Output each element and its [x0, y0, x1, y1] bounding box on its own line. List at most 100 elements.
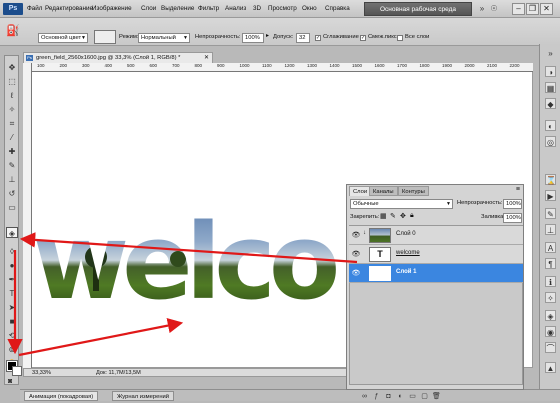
layer-name[interactable]: Слой 1 [396, 269, 416, 275]
canvas[interactable]: welco [33, 73, 349, 367]
menu-window[interactable]: Окно [302, 5, 317, 12]
crop-tool-icon[interactable]: ⌗ [6, 118, 18, 129]
menu-help[interactable]: Справка [325, 5, 350, 12]
eye-icon[interactable]: 👁︎ [351, 268, 361, 279]
menu-edit[interactable]: Редактирование [45, 5, 93, 12]
swatches-panel-icon[interactable]: ▦ [545, 82, 556, 93]
opacity-arrow-icon[interactable]: ▸ [266, 32, 269, 39]
layer-row-layer0[interactable]: 👁︎ ↓ Слой 0 [349, 226, 523, 245]
new-layer-icon[interactable]: ▢ [420, 392, 429, 401]
dodge-tool-icon[interactable]: ● [6, 260, 18, 271]
3d-orbit-icon[interactable]: ⊚ [6, 344, 18, 355]
quick-mask-icon[interactable]: ◙ [8, 378, 12, 385]
eye-icon[interactable]: 👁︎ [351, 249, 361, 260]
navigator-panel-icon[interactable]: ✧ [545, 292, 556, 303]
menu-file[interactable]: Файл [27, 5, 42, 12]
tab-measurement-log[interactable]: Журнал измерений [112, 391, 174, 401]
lasso-tool-icon[interactable]: ℓ [6, 90, 18, 101]
brushes-panel-icon[interactable]: ✎ [545, 208, 556, 219]
zoom-status[interactable]: 33,33% [32, 370, 51, 377]
brush-tool-icon[interactable]: ✎ [6, 160, 18, 171]
lock-all-icon[interactable]: 🔒︎ [410, 212, 414, 220]
antialias-checkbox[interactable]: ✓ [315, 35, 321, 41]
opacity-input[interactable]: 100% [242, 33, 264, 43]
pattern-picker[interactable] [94, 30, 116, 44]
minimize-button[interactable]: – [512, 3, 525, 15]
menu-3d[interactable]: 3D [253, 5, 261, 12]
layer-name[interactable]: welcome [396, 250, 420, 256]
type-tool-icon[interactable]: T [6, 288, 18, 299]
delete-layer-icon[interactable]: 🗑︎ [432, 392, 441, 401]
eyedropper-tool-icon[interactable]: ⁄ [6, 132, 18, 143]
workspace-button[interactable]: Основная рабочая среда [364, 2, 472, 16]
tab-layers[interactable]: Слои [349, 186, 372, 196]
menu-view[interactable]: Просмотр [268, 5, 297, 12]
history-panel-icon[interactable]: ⌛ [545, 174, 556, 185]
close-button[interactable]: ✕ [540, 3, 553, 15]
tolerance-input[interactable]: 32 [296, 33, 310, 43]
paint-bucket-icon[interactable]: ⛽ [6, 24, 20, 37]
collapse-dock-icon[interactable]: » [545, 48, 556, 59]
link-layers-icon[interactable]: ∞ [360, 392, 369, 401]
shape-tool-icon[interactable]: ■ [6, 316, 18, 327]
eraser-tool-icon[interactable]: ▭ [6, 202, 18, 213]
move-tool-icon[interactable]: ✥ [6, 62, 18, 73]
layer-row-welcome[interactable]: 👁︎ T welcome [349, 245, 523, 264]
background-color-swatch[interactable] [12, 366, 22, 376]
adjustments-panel-icon[interactable]: ◐ [545, 120, 556, 131]
lock-pixels-icon[interactable]: ✎ [390, 212, 396, 220]
layer-style-icon[interactable]: ƒ [372, 392, 381, 401]
cs-live-icon[interactable]: ☉ [489, 4, 499, 13]
eye-icon[interactable]: 👁︎ [351, 230, 361, 241]
fill-source-select[interactable]: Основной цвет ▼ [38, 33, 88, 43]
document-tab[interactable]: Ps green_field_2560x1600.jpg @ 33,3% (Сл… [23, 52, 213, 63]
paint-bucket-tool-icon[interactable]: ◈ [6, 227, 18, 238]
tab-channels[interactable]: Каналы [369, 186, 398, 196]
pen-tool-icon[interactable]: ✒ [6, 274, 18, 285]
actions-panel-icon[interactable]: ▶ [545, 190, 556, 201]
lock-transparency-icon[interactable]: ▦ [380, 212, 387, 220]
tab-animation[interactable]: Анимация (покадровая) [24, 391, 99, 401]
clone-source-panel-icon[interactable]: ⊥ [545, 224, 556, 235]
all-layers-checkbox[interactable] [397, 35, 403, 41]
channels-panel-icon[interactable]: ◉ [545, 326, 556, 337]
3d-panel-icon[interactable]: ▲ [545, 362, 556, 373]
fill-input[interactable]: 100% [503, 213, 522, 223]
marquee-tool-icon[interactable]: ⬚ [6, 76, 18, 87]
lock-position-icon[interactable]: ✥ [400, 212, 406, 220]
layer-row-layer1[interactable]: 👁︎ Слой 1 [349, 264, 523, 283]
masks-panel-icon[interactable]: ◎ [545, 136, 556, 147]
layer-opacity-input[interactable]: 100% [503, 199, 522, 209]
layer-name[interactable]: Слой 0 [396, 231, 416, 237]
paragraph-panel-icon[interactable]: ¶ [545, 258, 556, 269]
character-panel-icon[interactable]: A [545, 242, 556, 253]
restore-button[interactable]: ❐ [526, 3, 539, 15]
paths-panel-icon[interactable]: ⌒ [545, 342, 556, 353]
adjustment-layer-icon[interactable]: ◐ [396, 392, 405, 401]
info-panel-icon[interactable]: ℹ [545, 276, 556, 287]
3d-rotate-icon[interactable]: ⟲ [6, 330, 18, 341]
color-panel-icon[interactable]: ◑ [545, 66, 556, 77]
contiguous-checkbox[interactable]: ✓ [360, 35, 366, 41]
clone-stamp-icon[interactable]: ⊥ [6, 174, 18, 185]
blur-tool-icon[interactable]: ◊ [6, 246, 18, 257]
double-arrow-icon[interactable]: » [477, 4, 487, 13]
layer-mask-icon[interactable]: ◘ [384, 392, 393, 401]
styles-panel-icon[interactable]: ◆ [545, 98, 556, 109]
mode-select[interactable]: Нормальный ▼ [138, 33, 190, 43]
layers-panel-icon[interactable]: ◈ [545, 310, 556, 321]
panel-menu-icon[interactable]: ≡ [516, 186, 520, 193]
healing-brush-icon[interactable]: ✚ [6, 146, 18, 157]
menu-image[interactable]: Изображение [92, 5, 132, 12]
menu-analysis[interactable]: Анализ [225, 5, 246, 12]
new-group-icon[interactable]: ▭ [408, 392, 417, 401]
menu-select[interactable]: Выделение [161, 5, 194, 12]
history-brush-icon[interactable]: ↺ [6, 188, 18, 199]
path-selection-icon[interactable]: ➤ [6, 302, 18, 313]
tab-paths[interactable]: Контуры [398, 186, 429, 196]
blend-mode-select[interactable]: Обычные ▼ [350, 199, 453, 209]
menu-layers[interactable]: Слои [141, 5, 156, 12]
magic-wand-icon[interactable]: ✧ [6, 104, 18, 115]
close-document-icon[interactable]: ✕ [204, 53, 209, 63]
menu-filter[interactable]: Фильтр [198, 5, 219, 12]
